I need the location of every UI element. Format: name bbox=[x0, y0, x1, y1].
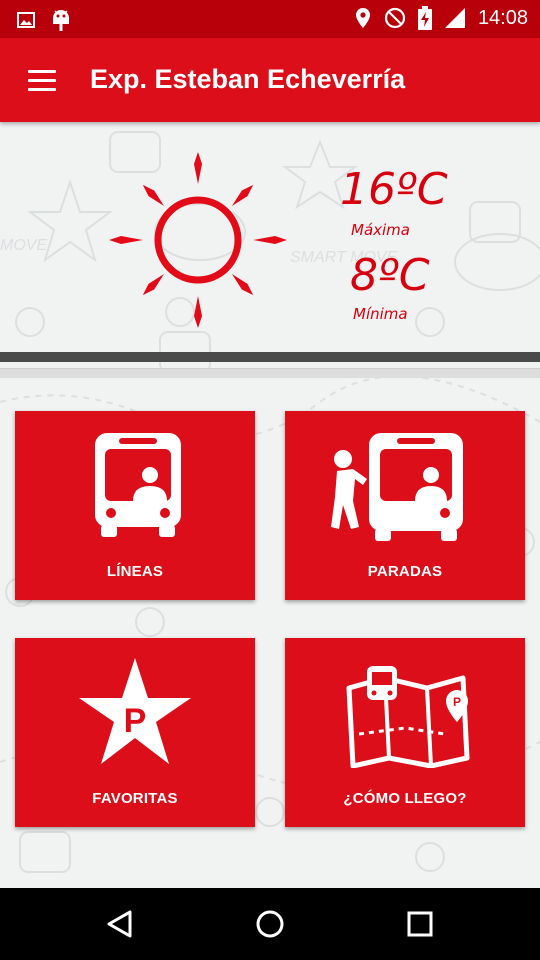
max-temperature: 16ºC bbox=[340, 164, 448, 215]
location-icon bbox=[355, 8, 370, 28]
tile-label: LÍNEAS bbox=[106, 563, 164, 580]
divider bbox=[0, 352, 540, 362]
status-bar: 14:08 bbox=[0, 0, 540, 38]
signal-icon bbox=[444, 8, 465, 28]
do-not-disturb-icon bbox=[384, 7, 406, 29]
tile-label: ¿CÓMO LLEGO? bbox=[343, 790, 467, 807]
battery-charging-icon bbox=[417, 6, 432, 30]
como-llego-button[interactable]: P ¿CÓMO LLEGO? bbox=[285, 638, 525, 827]
tile-label: PARADAS bbox=[367, 563, 443, 580]
min-temperature: 8ºC bbox=[350, 250, 430, 301]
lineas-button[interactable]: LÍNEAS bbox=[15, 411, 255, 600]
bus-stop-icon bbox=[331, 433, 463, 541]
back-icon[interactable] bbox=[100, 904, 140, 944]
star-parking-icon: P bbox=[79, 658, 191, 764]
favoritas-button[interactable]: P FAVORITAS bbox=[15, 638, 255, 827]
home-icon[interactable] bbox=[250, 904, 290, 944]
divider bbox=[0, 368, 540, 378]
sun-icon bbox=[109, 152, 287, 328]
paradas-button[interactable]: PARADAS bbox=[285, 411, 525, 600]
menu-icon[interactable] bbox=[20, 60, 64, 100]
android-icon bbox=[53, 10, 69, 31]
page-title: Exp. Esteban Echeverría bbox=[90, 64, 406, 94]
map-icon: P bbox=[346, 666, 470, 768]
svg-text:P: P bbox=[124, 702, 147, 740]
svg-text:P: P bbox=[453, 695, 461, 709]
navigation-bar bbox=[0, 888, 540, 960]
recents-icon[interactable] bbox=[400, 904, 440, 944]
clock: 14:08 bbox=[477, 6, 528, 29]
tile-label: FAVORITAS bbox=[92, 790, 178, 807]
bus-icon bbox=[95, 433, 181, 537]
min-temperature-label: Mínima bbox=[353, 305, 408, 323]
max-temperature-label: Máxima bbox=[351, 221, 410, 239]
image-icon bbox=[17, 12, 35, 28]
main-content: SMART MOVE MOVE 16ºC Máxima 8ºC Mínima L… bbox=[0, 122, 540, 888]
weather-panel: 16ºC Máxima 8ºC Mínima bbox=[0, 122, 540, 352]
app-bar: Exp. Esteban Echeverría bbox=[0, 38, 540, 122]
